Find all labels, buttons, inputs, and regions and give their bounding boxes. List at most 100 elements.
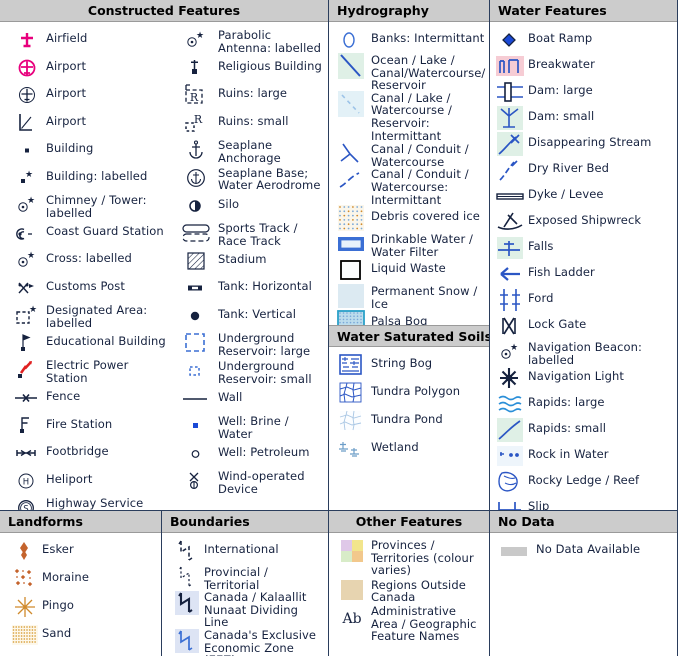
legend-item: Well: Petroleum bbox=[174, 442, 328, 468]
legend-item-label: Ford bbox=[528, 291, 554, 305]
highway-service-centre-icon: S bbox=[8, 496, 46, 510]
building-labelled-icon: ★ bbox=[8, 166, 46, 190]
legend-item-label: No Data Available bbox=[536, 542, 641, 556]
legend-item-label: Palsa Bog bbox=[371, 313, 428, 325]
permanent-snow-ice-icon bbox=[331, 284, 371, 309]
canal-conduit-watercourse-icon bbox=[331, 142, 371, 166]
parabolic-antenna-labelled-icon: ★ bbox=[174, 28, 218, 52]
dam-small-icon bbox=[492, 106, 528, 130]
svg-text:H: H bbox=[23, 477, 29, 487]
legend-item: Well: Brine / Water bbox=[174, 414, 328, 440]
rapids-large-icon bbox=[492, 392, 528, 416]
legend-item-label: International bbox=[204, 542, 279, 556]
legend-item: Rock in Water bbox=[492, 444, 677, 470]
legend-item: Regions Outside Canada bbox=[333, 578, 489, 604]
legend-item-label: Navigation Beacon: labelled bbox=[528, 340, 643, 367]
legend-item-label: Coast Guard Station bbox=[46, 223, 164, 238]
heliport-icon: H bbox=[8, 469, 46, 493]
legend-item-label: Slip bbox=[528, 499, 550, 510]
section-header-water-features: Water Features bbox=[490, 0, 677, 22]
rocky-ledge-reef-icon bbox=[492, 470, 528, 494]
navigation-beacon-labelled-icon: ★ bbox=[492, 340, 528, 364]
legend-item: ★ Building: labelled bbox=[8, 166, 170, 192]
constructed-features-column-b: ★ Parabolic Antenna: labelled Religious Bu… bbox=[170, 22, 328, 510]
legend-item-label: Sports Track / Race Track bbox=[218, 221, 298, 248]
svg-text:★: ★ bbox=[29, 305, 37, 315]
legend-item: Slip bbox=[492, 496, 677, 510]
section-other-features: Other Features Provinces / Territories (… bbox=[328, 511, 489, 656]
seaplane-anchorage-icon bbox=[174, 138, 218, 162]
dyke-levee-icon bbox=[492, 184, 528, 208]
legend-item: Pingo bbox=[8, 595, 161, 621]
pingo-icon bbox=[8, 595, 42, 619]
legend-item: Navigation Light bbox=[492, 366, 677, 392]
tank-vertical-icon bbox=[174, 304, 218, 328]
educational-building-icon bbox=[8, 331, 46, 355]
no-data-items: No Data Available bbox=[490, 533, 677, 565]
fire-station-icon bbox=[8, 414, 46, 438]
legend-item: Ab Administrative Area / Geographic Featu… bbox=[333, 605, 489, 643]
legend-item: ★ Designated Area: labelled bbox=[8, 303, 170, 329]
wall-icon bbox=[174, 387, 218, 411]
legend-item-label: Provinces / Territories (colour varies) bbox=[371, 538, 474, 578]
airfield-icon bbox=[8, 28, 46, 52]
legend-item: ★ Cross: labelled bbox=[8, 248, 170, 274]
section-header-water-saturated-soils: Water Saturated Soils bbox=[329, 325, 492, 347]
legend-item: Airport bbox=[8, 56, 170, 82]
hydrography-items: Banks: Intermittant Ocean / Lake / Canal/… bbox=[329, 22, 489, 325]
legend-item: Liquid Waste bbox=[331, 258, 489, 284]
legend-item-label: Building bbox=[46, 141, 94, 155]
legend-item-label: Canal / Conduit / Watercourse: Intermitt… bbox=[371, 167, 469, 207]
section-constructed-features: Constructed Features Airfield Airport Airp… bbox=[0, 0, 328, 510]
legend-item-label: Tundra Polygon bbox=[371, 384, 461, 398]
footbridge-icon bbox=[8, 441, 46, 465]
legend-item: ★ Chimney / Tower: labelled bbox=[8, 193, 170, 219]
legend-item: Debris covered ice bbox=[331, 205, 489, 232]
legend-item-label: Cross: labelled bbox=[46, 251, 132, 266]
canal-lake-intermittant-icon bbox=[331, 90, 371, 117]
legend-item: Canal / Conduit / Watercourse: Intermitt… bbox=[331, 168, 489, 206]
legend-item-label: Seaplane Base; Water Aerodrome bbox=[218, 165, 321, 193]
legend-item: Tundra Polygon bbox=[331, 381, 489, 407]
legend-item-label: Falls bbox=[528, 239, 554, 253]
svg-text:★: ★ bbox=[27, 251, 35, 261]
legend-item-label: Airport bbox=[46, 113, 87, 128]
canada-kalaallit-dividing-line-icon bbox=[170, 591, 204, 616]
silo-icon bbox=[174, 194, 218, 218]
exposed-shipwreck-icon bbox=[492, 210, 528, 234]
legend-item: Provincial / Territorial bbox=[170, 565, 328, 591]
legend-item: Ford bbox=[492, 288, 677, 314]
legend-item-label: Wall bbox=[218, 389, 243, 404]
legend-item-label: Banks: Intermittant bbox=[371, 31, 485, 45]
legend-item: ★ Parabolic Antenna: labelled bbox=[174, 28, 328, 54]
legend-item-label: Administrative Area / Geographic Feature… bbox=[371, 603, 477, 644]
legend-item: Rocky Ledge / Reef bbox=[492, 470, 677, 496]
legend-item: Provinces / Territories (colour varies) bbox=[333, 539, 489, 577]
legend-item: Tundra Pond bbox=[331, 409, 489, 435]
airport-circled-icon bbox=[8, 56, 46, 80]
stadium-icon bbox=[174, 249, 218, 273]
wind-operated-device-icon bbox=[174, 469, 218, 493]
canal-conduit-intermittant-icon bbox=[331, 168, 371, 192]
legend-item: Sports Track / Race Track bbox=[174, 221, 328, 247]
falls-icon bbox=[492, 236, 528, 260]
legend-item-label: Sand bbox=[42, 626, 72, 640]
navigation-light-icon bbox=[492, 366, 528, 390]
legend-item: Sand bbox=[8, 623, 161, 649]
airport-runway-icon bbox=[8, 111, 46, 135]
legend-item-label: Airfield bbox=[46, 31, 88, 45]
legend-item-label: Underground Reservoir: large bbox=[218, 331, 311, 358]
legend-item-label: Building: labelled bbox=[46, 168, 148, 183]
legend-item: Rapids: large bbox=[492, 392, 677, 418]
legend-item-label: Navigation Light bbox=[528, 369, 624, 384]
well-petroleum-icon bbox=[174, 442, 218, 466]
tundra-polygon-icon bbox=[331, 381, 371, 405]
legend-item-label: Canada's Exclusive Economic Zone (EEZ) bbox=[204, 627, 317, 656]
moraine-icon bbox=[8, 567, 42, 591]
legend-item: Electric Power Station bbox=[8, 358, 170, 384]
legend-item: Exposed Shipwreck bbox=[492, 210, 677, 236]
legend-item: Fish Ladder bbox=[492, 262, 677, 288]
legend-item: Drinkable Water / Water Filter bbox=[331, 232, 489, 258]
legend-item-label: Esker bbox=[42, 542, 74, 556]
slip-icon bbox=[492, 496, 528, 510]
